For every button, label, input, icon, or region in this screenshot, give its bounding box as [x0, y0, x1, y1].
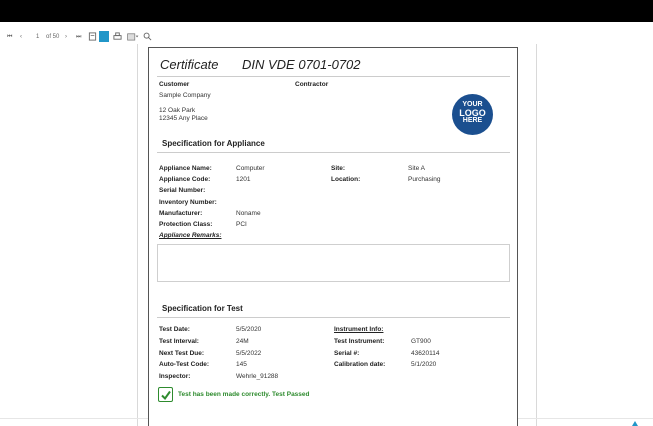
auto-test-code-label: Auto-Test Code: [159, 361, 210, 368]
layout-toggle-button[interactable] [99, 31, 109, 42]
test-instrument-value: GT900 [411, 338, 431, 345]
test-result-text: Test has been made correctly. Test Passe… [178, 391, 310, 398]
report-toolbar: ⏮ ‹ 1 of 50 › ⏭ [0, 30, 653, 44]
appliance-name-value: Computer [236, 165, 265, 172]
export-icon[interactable] [126, 32, 140, 41]
appliance-remarks-box [157, 244, 510, 282]
instrument-serial-value: 43620114 [411, 350, 440, 357]
site-value: Site A [408, 165, 425, 172]
title-bar [0, 0, 653, 22]
test-date-value: 5/5/2020 [236, 326, 262, 333]
next-test-due-value: 5/5/2022 [236, 350, 262, 357]
test-section-title: Specification for Test [162, 304, 243, 313]
instrument-info-label: Instrument Info: [334, 326, 384, 333]
calibration-date-label: Calibration date: [334, 361, 386, 368]
calibration-date-value: 5/1/2020 [411, 361, 437, 368]
company-logo: YOUR LOGO HERE [452, 94, 493, 135]
protection-class-label: Protection Class: [159, 221, 213, 228]
search-icon[interactable] [143, 32, 152, 41]
certificate-title: Certificate [160, 57, 219, 72]
first-page-icon[interactable]: ⏮ [7, 33, 12, 41]
check-icon [158, 387, 173, 402]
protection-class-value: PCI [236, 221, 247, 228]
appliance-divider [157, 152, 510, 153]
appliance-name-label: Appliance Name: [159, 165, 212, 172]
certificate-standard: DIN VDE 0701-0702 [242, 57, 361, 72]
next-page-icon[interactable]: › [65, 33, 67, 41]
location-value: Purchasing [408, 176, 441, 183]
print-icon[interactable] [113, 32, 122, 41]
page-number-input[interactable]: 1 [36, 33, 39, 41]
site-label: Site: [331, 165, 346, 172]
customer-name: Sample Company [159, 92, 211, 99]
appliance-code-value: 1201 [236, 176, 251, 183]
title-divider [157, 76, 510, 77]
manufacturer-value: Noname [236, 210, 261, 217]
serial-number-label: Serial Number: [159, 187, 206, 194]
appliance-code-label: Appliance Code: [159, 176, 211, 183]
auto-test-code-value: 145 [236, 361, 247, 368]
test-date-label: Test Date: [159, 326, 190, 333]
test-interval-value: 24M [236, 338, 249, 345]
inspector-value: Wehrle_91288 [236, 373, 279, 380]
manufacturer-label: Manufacturer: [159, 210, 203, 217]
last-page-icon[interactable]: ⏭ [76, 33, 81, 41]
logo-text-3: HERE [462, 117, 483, 124]
right-divider [536, 44, 537, 426]
test-divider [157, 317, 510, 318]
left-divider [137, 44, 138, 426]
instrument-serial-label: Serial #: [334, 350, 360, 357]
contractor-label: Contractor [295, 81, 329, 88]
address-line-1: 12 Oak Park [159, 107, 196, 114]
prev-page-icon[interactable]: ‹ [20, 33, 22, 41]
appliance-remarks-label: Appliance Remarks: [159, 232, 222, 239]
page-view-icon[interactable] [88, 32, 97, 41]
inspector-label: Inspector: [159, 373, 191, 380]
test-interval-label: Test Interval: [159, 338, 199, 345]
appliance-section-title: Specification for Appliance [162, 139, 265, 148]
page-count-label: of 50 [46, 34, 60, 40]
location-label: Location: [331, 176, 361, 183]
address-line-2: 12345 Any Place [159, 115, 208, 122]
scroll-indicator-icon[interactable] [632, 421, 638, 426]
logo-text-2: LOGO [459, 108, 486, 118]
next-test-due-label: Next Test Due: [159, 350, 205, 357]
test-instrument-label: Test Instrument: [334, 338, 385, 345]
customer-label: Customer [159, 81, 190, 88]
inventory-number-label: Inventory Number: [159, 199, 217, 206]
